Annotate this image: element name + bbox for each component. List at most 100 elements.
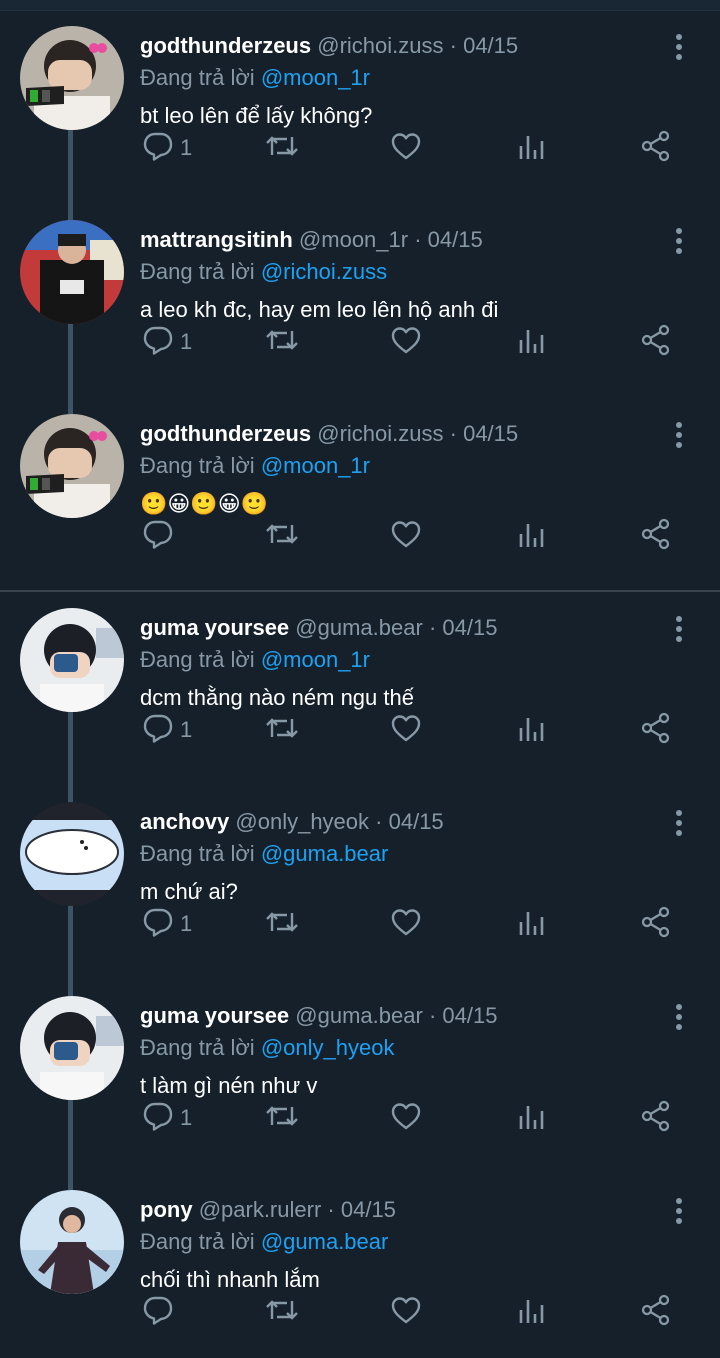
views-button[interactable]: [516, 128, 548, 168]
share-button[interactable]: [640, 710, 672, 750]
like-button[interactable]: [390, 904, 422, 944]
more-vertical-icon[interactable]: [666, 808, 692, 838]
heart-icon: [390, 324, 422, 361]
tweet-date[interactable]: 04/15: [389, 809, 444, 834]
bar-chart-icon: [516, 518, 548, 555]
reply-button[interactable]: 1: [142, 128, 192, 168]
tweet[interactable]: anchovy @only_hyeok · 04/15 Đang trả lời…: [0, 776, 720, 970]
thread-connector: [68, 388, 73, 414]
share-button[interactable]: [640, 1098, 672, 1138]
more-vertical-icon[interactable]: [666, 614, 692, 644]
more-vertical-icon[interactable]: [666, 1002, 692, 1032]
share-button[interactable]: [640, 322, 672, 362]
reply-icon: [142, 906, 174, 943]
avatar[interactable]: [20, 26, 124, 130]
tweet[interactable]: guma yoursee @guma.bear · 04/15 Đang trả…: [0, 970, 720, 1164]
replying-to: Đang trả lời @guma.bear: [140, 840, 388, 868]
display-name[interactable]: godthunderzeus: [140, 421, 311, 446]
mention-link[interactable]: @guma.bear: [261, 1229, 389, 1254]
like-button[interactable]: [390, 1292, 422, 1332]
tweet[interactable]: godthunderzeus @richoi.zuss · 04/15 Đang…: [0, 0, 720, 194]
share-button[interactable]: [640, 1292, 672, 1332]
views-button[interactable]: [516, 1292, 548, 1332]
tweet-header: mattrangsitinh @moon_1r · 04/15: [140, 226, 660, 254]
separator-dot: ·: [449, 33, 457, 58]
display-name[interactable]: guma yoursee: [140, 1003, 289, 1028]
views-button[interactable]: [516, 710, 548, 750]
tweet-actions: 1: [0, 710, 720, 750]
replying-to-label: Đang trả lời: [140, 841, 255, 866]
like-button[interactable]: [390, 516, 422, 556]
views-button[interactable]: [516, 904, 548, 944]
display-name[interactable]: anchovy: [140, 809, 229, 834]
user-handle[interactable]: @richoi.zuss: [317, 421, 443, 446]
display-name[interactable]: guma yoursee: [140, 615, 289, 640]
bar-chart-icon: [516, 1100, 548, 1137]
reply-button[interactable]: 1: [142, 710, 192, 750]
heart-icon: [390, 1100, 422, 1137]
share-button[interactable]: [640, 128, 672, 168]
views-button[interactable]: [516, 516, 548, 556]
retweet-button[interactable]: [264, 516, 300, 556]
tweet-date[interactable]: 04/15: [341, 1197, 396, 1222]
tweet-actions: 1: [0, 1098, 720, 1138]
mention-link[interactable]: @only_hyeok: [261, 1035, 395, 1060]
mention-link[interactable]: @moon_1r: [261, 453, 370, 478]
user-handle[interactable]: @moon_1r: [299, 227, 408, 252]
more-vertical-icon[interactable]: [666, 1196, 692, 1226]
mention-link[interactable]: @moon_1r: [261, 647, 370, 672]
retweet-icon: [264, 906, 300, 943]
tweet-date[interactable]: 04/15: [428, 227, 483, 252]
retweet-button[interactable]: [264, 322, 300, 362]
avatar[interactable]: [20, 802, 124, 906]
tweet-header: guma yoursee @guma.bear · 04/15: [140, 1002, 660, 1030]
retweet-button[interactable]: [264, 128, 300, 168]
like-button[interactable]: [390, 1098, 422, 1138]
avatar[interactable]: [20, 608, 124, 712]
replying-to-label: Đang trả lời: [140, 453, 255, 478]
tweet[interactable]: guma yoursee @guma.bear · 04/15 Đang trả…: [0, 582, 720, 776]
mention-link[interactable]: @richoi.zuss: [261, 259, 387, 284]
display-name[interactable]: pony: [140, 1197, 193, 1222]
user-handle[interactable]: @guma.bear: [295, 1003, 423, 1028]
tweet[interactable]: godthunderzeus @richoi.zuss · 04/15 Đang…: [0, 388, 720, 582]
retweet-button[interactable]: [264, 904, 300, 944]
tweet-date[interactable]: 04/15: [463, 421, 518, 446]
mention-link[interactable]: @moon_1r: [261, 65, 370, 90]
reply-button[interactable]: [142, 516, 180, 556]
retweet-button[interactable]: [264, 1098, 300, 1138]
retweet-button[interactable]: [264, 710, 300, 750]
more-vertical-icon[interactable]: [666, 32, 692, 62]
user-handle[interactable]: @only_hyeok: [235, 809, 369, 834]
tweet-date[interactable]: 04/15: [463, 33, 518, 58]
user-handle[interactable]: @guma.bear: [295, 615, 423, 640]
retweet-button[interactable]: [264, 1292, 300, 1332]
views-button[interactable]: [516, 322, 548, 362]
display-name[interactable]: mattrangsitinh: [140, 227, 293, 252]
share-button[interactable]: [640, 516, 672, 556]
replying-to: Đang trả lời @guma.bear: [140, 1228, 388, 1256]
mention-link[interactable]: @guma.bear: [261, 841, 389, 866]
avatar[interactable]: [20, 220, 124, 324]
like-button[interactable]: [390, 128, 422, 168]
tweet-date[interactable]: 04/15: [442, 615, 497, 640]
more-vertical-icon[interactable]: [666, 226, 692, 256]
more-vertical-icon[interactable]: [666, 420, 692, 450]
avatar[interactable]: [20, 996, 124, 1100]
reply-button[interactable]: [142, 1292, 180, 1332]
like-button[interactable]: [390, 322, 422, 362]
share-button[interactable]: [640, 904, 672, 944]
user-handle[interactable]: @richoi.zuss: [317, 33, 443, 58]
avatar[interactable]: [20, 1190, 124, 1294]
reply-button[interactable]: 1: [142, 322, 192, 362]
like-button[interactable]: [390, 710, 422, 750]
user-handle[interactable]: @park.rulerr: [199, 1197, 322, 1222]
views-button[interactable]: [516, 1098, 548, 1138]
display-name[interactable]: godthunderzeus: [140, 33, 311, 58]
tweet-date[interactable]: 04/15: [442, 1003, 497, 1028]
tweet[interactable]: pony @park.rulerr · 04/15 Đang trả lời @…: [0, 1164, 720, 1358]
tweet[interactable]: mattrangsitinh @moon_1r · 04/15 Đang trả…: [0, 194, 720, 388]
reply-button[interactable]: 1: [142, 904, 192, 944]
reply-button[interactable]: 1: [142, 1098, 192, 1138]
avatar[interactable]: [20, 414, 124, 518]
